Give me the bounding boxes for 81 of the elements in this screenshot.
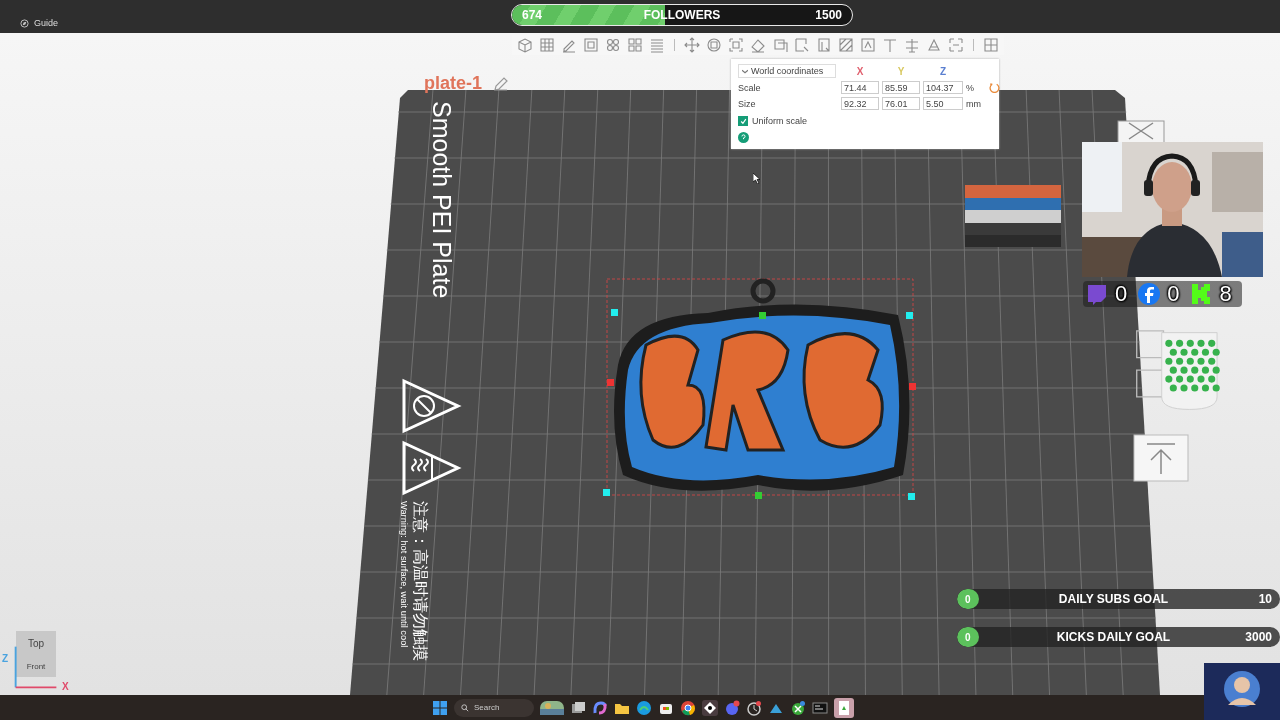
split-icon[interactable] [903, 36, 921, 54]
value-field[interactable]: 71.44 [841, 81, 879, 94]
row-label: Scale [738, 82, 762, 93]
mouse-cursor-icon [753, 173, 761, 184]
reset-icon[interactable] [989, 82, 1000, 93]
chat-bubble-icon [1085, 282, 1109, 306]
view-cube-top-label: Top [27, 637, 45, 649]
move-icon[interactable] [683, 36, 701, 54]
assembly-icon[interactable] [982, 36, 1000, 54]
box-icon[interactable] [771, 36, 789, 54]
circles-icon[interactable] [604, 36, 622, 54]
followers-target: 1500 [815, 8, 842, 22]
value-field[interactable]: 104.37 [923, 81, 963, 94]
coordinates-dropdown[interactable]: World coordinates [738, 64, 836, 78]
follower-count: 0 [1167, 281, 1180, 307]
hot-surface-warning-icon [400, 439, 462, 497]
axis-label: X [856, 65, 864, 77]
warning-text-chinese: 注意：高温时请勿触摸 [411, 501, 430, 661]
row-label: Size [738, 98, 757, 109]
value-field[interactable]: 5.50 [923, 97, 963, 110]
document-icon[interactable] [834, 697, 854, 718]
plate-name: plate-1 [424, 73, 483, 94]
checkbox[interactable] [738, 116, 748, 126]
frame-icon[interactable] [582, 36, 600, 54]
goal-target: 3000 [1244, 630, 1272, 644]
scale-icon[interactable] [727, 36, 745, 54]
cut-icon[interactable] [793, 36, 811, 54]
value-field[interactable]: 85.59 [882, 81, 920, 94]
follower-count: 0 [1115, 281, 1128, 307]
terminal-icon[interactable] [812, 699, 828, 716]
view-cube[interactable]: Top Front [16, 631, 56, 677]
arrow-up-icon[interactable] [1133, 434, 1189, 482]
xbox-icon[interactable] [790, 699, 806, 716]
unit-label: % [966, 82, 975, 93]
view-cube-front-label: Front [26, 661, 46, 671]
guide-button[interactable]: Guide [20, 18, 59, 28]
goal-label: KICKS DAILY GOAL [1055, 630, 1172, 644]
cube-icon[interactable] [516, 36, 534, 54]
squares-icon[interactable] [626, 36, 644, 54]
search-field[interactable]: Search [454, 698, 534, 717]
no-touch-warning-icon [400, 377, 462, 435]
follower-count: 8 [1219, 281, 1232, 307]
chevron-down-icon [742, 68, 748, 74]
search-icon [461, 703, 469, 712]
clock-icon[interactable] [746, 699, 762, 716]
discord-icon[interactable] [724, 699, 740, 716]
compass-icon [20, 18, 29, 28]
grid-icon[interactable] [538, 36, 556, 54]
support-icon[interactable] [815, 36, 833, 54]
rotate-icon[interactable] [705, 36, 723, 54]
plate-surface-label: Smooth PEI Plate [427, 101, 456, 299]
followers-count: 674 [522, 8, 544, 22]
unit-label: mm [966, 98, 982, 109]
close-icon[interactable] [1117, 120, 1165, 142]
value-field[interactable]: 76.01 [882, 97, 920, 110]
checkbox-label: Uniform scale [752, 116, 807, 126]
diamond-icon[interactable] [702, 699, 718, 716]
task-view-icon[interactable] [570, 699, 586, 716]
goal-count: 0 [965, 631, 972, 643]
goal-count: 0 [965, 593, 972, 605]
swirl-icon[interactable] [592, 699, 608, 716]
layers-icon[interactable] [648, 36, 666, 54]
warning-text: Warning: hot surface, wait until cool [399, 501, 409, 648]
axis-label: Y [897, 65, 905, 77]
seam-icon[interactable] [859, 36, 877, 54]
help-icon[interactable] [738, 132, 749, 143]
axis-label: Z [2, 653, 9, 664]
chrome-icon[interactable] [680, 699, 696, 716]
value-field[interactable]: 92.32 [841, 97, 879, 110]
goal-label: DAILY SUBS GOAL [1057, 592, 1170, 606]
text-icon[interactable] [881, 36, 899, 54]
axis-label: X [62, 681, 69, 692]
wave-icon[interactable] [636, 699, 652, 716]
expand-icon[interactable] [947, 36, 965, 54]
hatch-icon[interactable] [837, 36, 855, 54]
windows-icon[interactable] [432, 699, 448, 716]
check-icon [739, 117, 747, 125]
goal-target: 10 [1257, 592, 1272, 606]
facebook-icon [1137, 282, 1162, 306]
avatar-logo-icon [1204, 663, 1280, 720]
axis-label: Z [939, 65, 947, 77]
